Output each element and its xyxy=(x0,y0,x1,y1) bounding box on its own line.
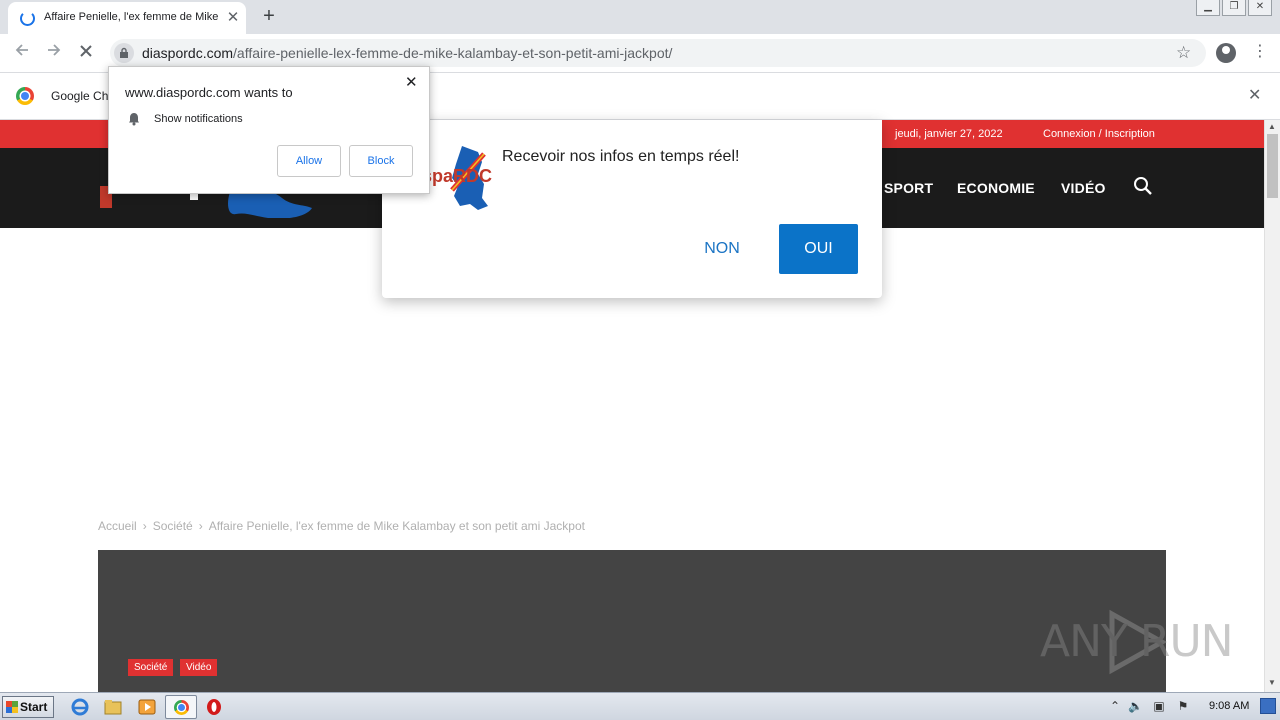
nav-item-economie[interactable]: ECONOMIE xyxy=(957,180,1035,196)
browser-tab[interactable]: Affaire Penielle, l'ex femme de Mike Kal… xyxy=(8,2,246,34)
internet-explorer-icon[interactable] xyxy=(69,697,91,717)
page-scrollbar[interactable]: ▲ ▼ xyxy=(1264,120,1280,692)
tab-close-icon[interactable]: ✕ xyxy=(225,8,241,28)
windows-logo-icon xyxy=(6,701,18,713)
folder-icon[interactable] xyxy=(102,697,124,717)
new-tab-button[interactable]: + xyxy=(258,5,280,27)
url-host: diaspordc.com xyxy=(142,45,234,61)
article-hero: Société Vidéo xyxy=(98,550,1166,692)
subscribe-message: Recevoir nos infos en temps réel! xyxy=(502,148,740,165)
breadcrumb-category[interactable]: Société xyxy=(153,519,193,533)
watermark-text: ANY RUN xyxy=(1040,616,1234,667)
start-label: Start xyxy=(20,700,48,714)
loading-spinner-icon xyxy=(20,11,35,26)
address-bar[interactable]: diaspordc.com/affaire-penielle-lex-femme… xyxy=(110,39,1206,67)
infobar-close-icon[interactable]: ✕ xyxy=(1248,85,1261,105)
media-player-icon[interactable] xyxy=(136,697,158,717)
allow-button[interactable]: Allow xyxy=(277,145,341,177)
chrome-taskbar-button[interactable] xyxy=(165,695,197,719)
scrollbar-thumb[interactable] xyxy=(1267,134,1278,198)
stop-button[interactable] xyxy=(74,41,98,65)
window-controls: ▁ ❐ ✕ xyxy=(1196,0,1272,16)
notification-permission-prompt: www.diaspordc.com wants to ✕ Show notifi… xyxy=(108,66,430,194)
tag-societe[interactable]: Société xyxy=(128,659,174,676)
url-path: /affaire-penielle-lex-femme-de-mike-kala… xyxy=(233,45,673,61)
topbar-date: jeudi, janvier 27, 2022 xyxy=(895,128,1003,140)
arrow-left-icon xyxy=(15,44,28,56)
search-icon[interactable] xyxy=(1133,176,1153,196)
arrow-right-icon xyxy=(48,44,61,56)
breadcrumb-home[interactable]: Accueil xyxy=(98,519,137,533)
chrome-icon xyxy=(174,700,189,715)
taskbar: Start ⌃ 🔈 ▣ ⚑ 9:08 AM xyxy=(0,692,1280,720)
decline-button[interactable]: NON xyxy=(692,224,752,274)
block-button[interactable]: Block xyxy=(349,145,413,177)
anyrun-watermark: ANY RUN xyxy=(1040,606,1240,676)
account-circle-icon[interactable] xyxy=(1216,43,1236,63)
system-tray: ⌃ 🔈 ▣ ⚑ 9:08 AM xyxy=(1106,696,1280,718)
start-button[interactable]: Start xyxy=(2,696,54,718)
forward-button[interactable] xyxy=(42,41,66,65)
close-icon xyxy=(80,45,92,57)
more-vert-icon[interactable]: ⋮ xyxy=(1252,42,1268,62)
login-link[interactable]: Connexion / Inscription xyxy=(1043,128,1155,140)
minimize-button[interactable]: ▁ xyxy=(1196,0,1220,16)
volume-icon[interactable]: 🔈 xyxy=(1128,699,1143,713)
permission-description: Show notifications xyxy=(154,113,243,125)
star-icon[interactable]: ☆ xyxy=(1176,43,1191,63)
url-text: diaspordc.com/affaire-penielle-lex-femme… xyxy=(142,45,672,61)
close-window-button[interactable]: ✕ xyxy=(1248,0,1272,16)
permission-title: www.diaspordc.com wants to xyxy=(125,85,293,100)
opera-icon[interactable] xyxy=(203,697,225,717)
accept-button[interactable]: OUI xyxy=(779,224,858,274)
breadcrumb-current: Affaire Penielle, l'ex femme de Mike Kal… xyxy=(208,519,585,533)
diaspordc-logo-icon: spaRDC xyxy=(422,146,492,210)
tab-title: Affaire Penielle, l'ex femme de Mike Kal… xyxy=(44,11,222,23)
scroll-up-arrow-icon[interactable]: ▲ xyxy=(1268,122,1276,131)
bell-icon xyxy=(129,113,139,126)
breadcrumb: Accueil › Société › Affaire Penielle, l'ex f… xyxy=(98,519,585,533)
prompt-close-icon[interactable]: ✕ xyxy=(405,73,418,91)
tag-video[interactable]: Vidéo xyxy=(180,659,218,676)
tray-expand-icon[interactable]: ⌃ xyxy=(1108,699,1122,713)
scroll-down-arrow-icon[interactable]: ▼ xyxy=(1268,678,1276,687)
network-icon[interactable]: ▣ xyxy=(1152,699,1166,713)
nav-item-sport[interactable]: SPORT xyxy=(884,180,933,196)
chrome-logo-icon xyxy=(16,87,34,105)
show-desktop-icon[interactable] xyxy=(1260,698,1276,714)
logo-text: spaRDC xyxy=(422,166,492,186)
tab-strip: Affaire Penielle, l'ex femme de Mike Kal… xyxy=(0,0,1280,34)
nav-item-video[interactable]: VIDÉO xyxy=(1061,180,1106,196)
infobar-text: Google Ch xyxy=(51,89,109,103)
push-subscribe-dialog: spaRDC Recevoir nos infos en temps réel!… xyxy=(382,120,882,298)
back-button[interactable] xyxy=(10,41,34,65)
clock[interactable]: 9:08 AM xyxy=(1209,700,1249,712)
restore-button[interactable]: ❐ xyxy=(1222,0,1246,16)
lock-icon[interactable] xyxy=(114,43,134,63)
screen: Affaire Penielle, l'ex femme de Mike Kal… xyxy=(0,0,1280,720)
action-center-flag-icon[interactable]: ⚑ xyxy=(1176,699,1190,713)
